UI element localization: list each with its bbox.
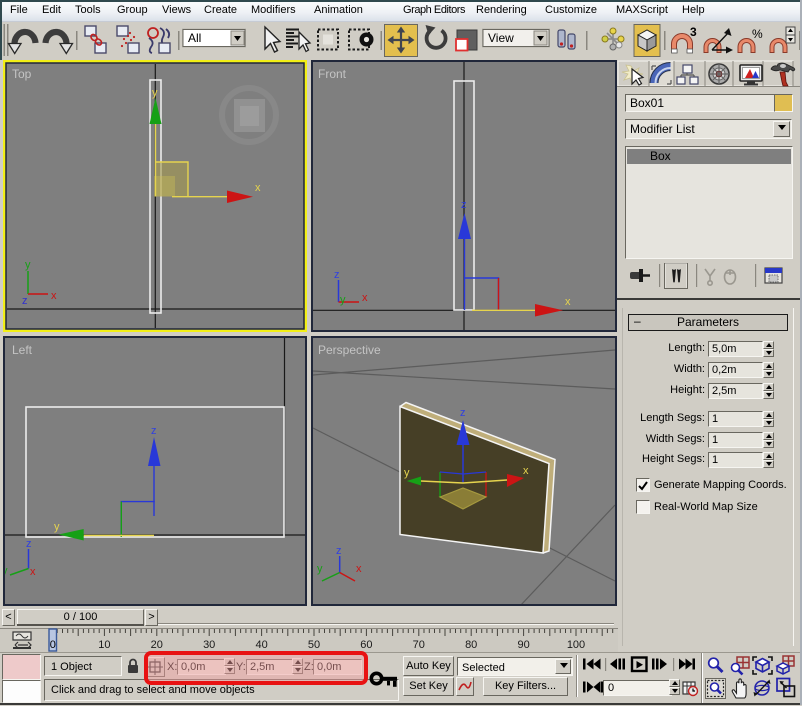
svg-text:x: x	[51, 290, 57, 302]
svg-text:100: 100	[567, 639, 585, 651]
svg-text:z: z	[151, 425, 157, 437]
svg-text:x: x	[30, 566, 36, 578]
svg-text:x: x	[565, 296, 571, 308]
svg-text:90: 90	[517, 639, 529, 651]
svg-text:y: y	[340, 294, 346, 306]
svg-text:3: 3	[690, 25, 697, 39]
svg-text:z: z	[461, 199, 467, 211]
svg-text:z: z	[334, 269, 340, 281]
svg-text:80: 80	[465, 639, 477, 651]
svg-text:x: x	[362, 292, 368, 304]
svg-text:60: 60	[360, 639, 372, 651]
svg-text:70: 70	[413, 639, 425, 651]
svg-text:x: x	[356, 563, 362, 575]
svg-text:y: y	[152, 87, 158, 99]
svg-text:Front: Front	[318, 67, 347, 81]
svg-text:z: z	[22, 295, 28, 307]
svg-text:Top: Top	[12, 67, 32, 81]
svg-text:All: All	[188, 31, 201, 45]
svg-text:z: z	[336, 545, 342, 557]
svg-text:Perspective: Perspective	[318, 343, 381, 357]
svg-text:x: x	[523, 465, 529, 477]
svg-text:z: z	[26, 538, 32, 550]
svg-text:10: 10	[98, 639, 110, 651]
svg-text:Left: Left	[12, 343, 33, 357]
svg-text:20: 20	[151, 639, 163, 651]
svg-text:40: 40	[255, 639, 267, 651]
svg-text:%: %	[752, 27, 763, 41]
svg-text:x: x	[255, 182, 261, 194]
svg-text:30: 30	[203, 639, 215, 651]
svg-text:50: 50	[308, 639, 320, 651]
svg-text:y: y	[404, 467, 410, 479]
svg-text:y: y	[25, 259, 31, 271]
svg-text:y: y	[54, 521, 60, 533]
svg-text:0: 0	[50, 639, 56, 651]
svg-text:z: z	[460, 407, 466, 419]
svg-text:y: y	[317, 563, 323, 575]
svg-text:View: View	[488, 31, 514, 45]
